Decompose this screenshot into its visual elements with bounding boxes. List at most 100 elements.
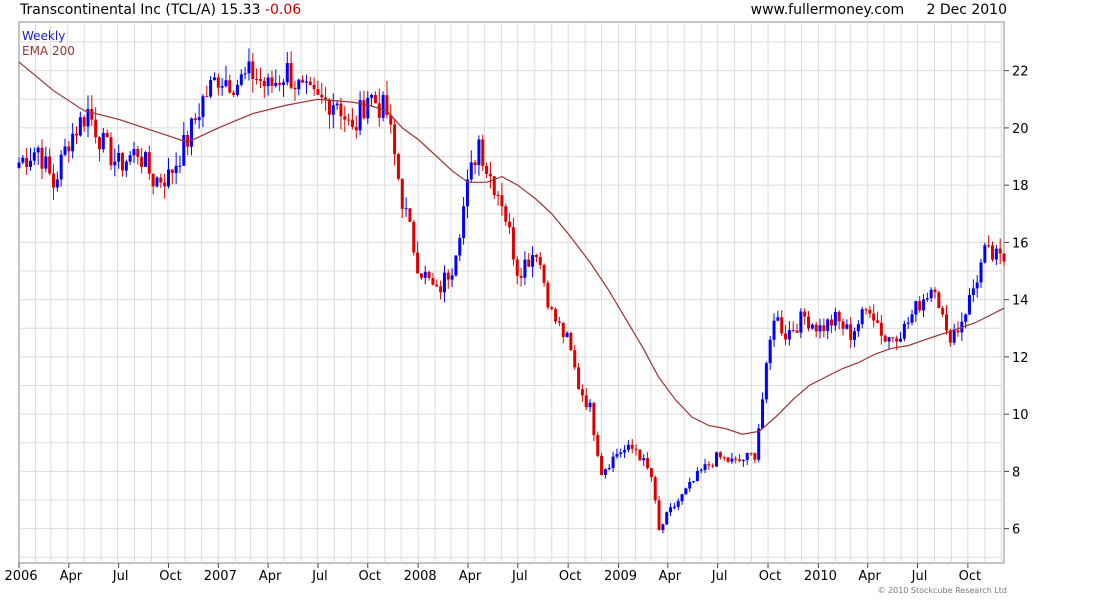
weekly-candle-body [113,161,117,166]
weekly-candle-body [396,154,400,179]
security-name: Transcontinental Inc (TCL/A) [20,2,216,18]
weekly-candle-body [423,271,427,278]
weekly-candle-body [971,288,975,295]
weekly-candle-body [78,117,82,136]
x-tick-label: Jul [311,569,328,584]
weekly-candle-body [791,330,795,332]
weekly-candle-body [427,271,431,279]
weekly-candle-body [784,333,788,340]
weekly-candle-body [899,338,903,342]
weekly-candle-body [331,105,335,115]
weekly-candle-body [94,119,98,138]
weekly-candle-body [807,316,811,329]
weekly-candle-body [910,314,914,323]
weekly-candle-body [580,389,584,396]
y-tick-label: 16 [1012,236,1029,251]
y-tick-label: 18 [1012,179,1029,194]
weekly-candle-body [649,468,653,478]
weekly-candle-body [554,309,558,322]
weekly-candle-body [155,177,159,187]
weekly-candle-body [584,395,588,408]
weekly-candle-body [975,282,979,289]
weekly-candle-body [611,456,615,468]
weekly-candle-body [186,135,190,147]
weekly-candle-body [270,77,274,86]
weekly-candle-body [642,458,646,461]
weekly-candle-body [178,165,182,167]
weekly-candle-body [350,119,354,127]
x-tick-label: 2008 [404,569,437,584]
y-tick-label: 12 [1012,351,1029,366]
y-tick-label: 10 [1012,408,1029,423]
weekly-candle-body [922,299,926,311]
weekly-candle-body [715,452,719,467]
x-tick-label: Jul [911,569,928,584]
weekly-candle-body [699,469,703,471]
weekly-candle-body [151,173,155,187]
weekly-candle-body [485,165,489,174]
y-tick-label: 22 [1012,65,1029,80]
weekly-candle-body [864,309,868,311]
weekly-candle-body [772,320,776,340]
x-tick-label: Oct [759,569,781,584]
weekly-candle-body [327,99,331,115]
x-tick-label: 2007 [204,569,237,584]
weekly-candle-body [987,245,991,247]
weekly-candle-body [948,330,952,343]
weekly-candle-body [109,137,113,166]
weekly-candle-body [274,82,278,86]
weekly-candle-body [968,294,972,315]
weekly-candle-body [511,227,515,260]
weekly-candle-body [48,156,52,174]
x-tick-label: Apr [259,569,282,584]
weekly-candle-body [232,92,236,95]
weekly-candle-body [316,89,320,95]
weekly-candle-body [366,97,370,119]
weekly-candle-body [362,100,366,119]
weekly-candle-body [258,79,262,81]
weekly-candle-body [197,117,201,121]
weekly-candle-body [159,177,163,183]
weekly-candle-body [841,321,845,329]
weekly-candle-body [876,320,880,323]
y-tick-label: 6 [1012,523,1020,538]
x-tick-label: Jul [511,569,528,584]
weekly-candle-body [404,208,408,210]
weekly-candle-body [634,448,638,450]
weekly-candle-body [289,63,293,88]
weekly-candle-body [450,275,454,280]
weekly-candle-body [753,453,757,460]
weekly-candle-body [136,148,140,157]
weekly-candle-body [488,173,492,177]
weekly-candle-body [201,96,205,118]
weekly-candle-body [979,262,983,283]
x-tick-label: Oct [959,569,981,584]
weekly-candle-body [983,245,987,263]
weekly-candle-body [810,324,814,329]
weekly-candle-body [918,301,922,311]
weekly-candle-body [266,77,270,87]
legend-weekly: Weekly [22,29,66,43]
weekly-candle-body [262,80,266,87]
weekly-candle-body [891,337,895,339]
weekly-candle-body [665,512,669,525]
weekly-candle-body [741,460,745,462]
y-tick-label: 8 [1012,465,1020,480]
weekly-candle-body [500,195,504,207]
weekly-candle-body [293,87,297,90]
weekly-candle-body [768,339,772,364]
weekly-candle-body [36,147,40,153]
copyright-notice: © 2010 Stockcube Research Ltd [877,586,1007,595]
price-change: -0.06 [264,2,302,18]
weekly-candle-body [224,80,228,87]
weekly-candle-body [71,133,75,152]
weekly-candle-body [373,94,377,104]
weekly-candle-body [251,61,255,80]
weekly-candle-body [393,124,397,155]
weekly-candle-body [803,311,807,317]
weekly-candle-body [619,452,623,455]
chart-source: www.fullermoney.com 2 Dec 2010 [751,2,1007,18]
weekly-candle-body [688,481,692,489]
weekly-candle-body [419,273,423,278]
weekly-candle-body [833,311,837,326]
